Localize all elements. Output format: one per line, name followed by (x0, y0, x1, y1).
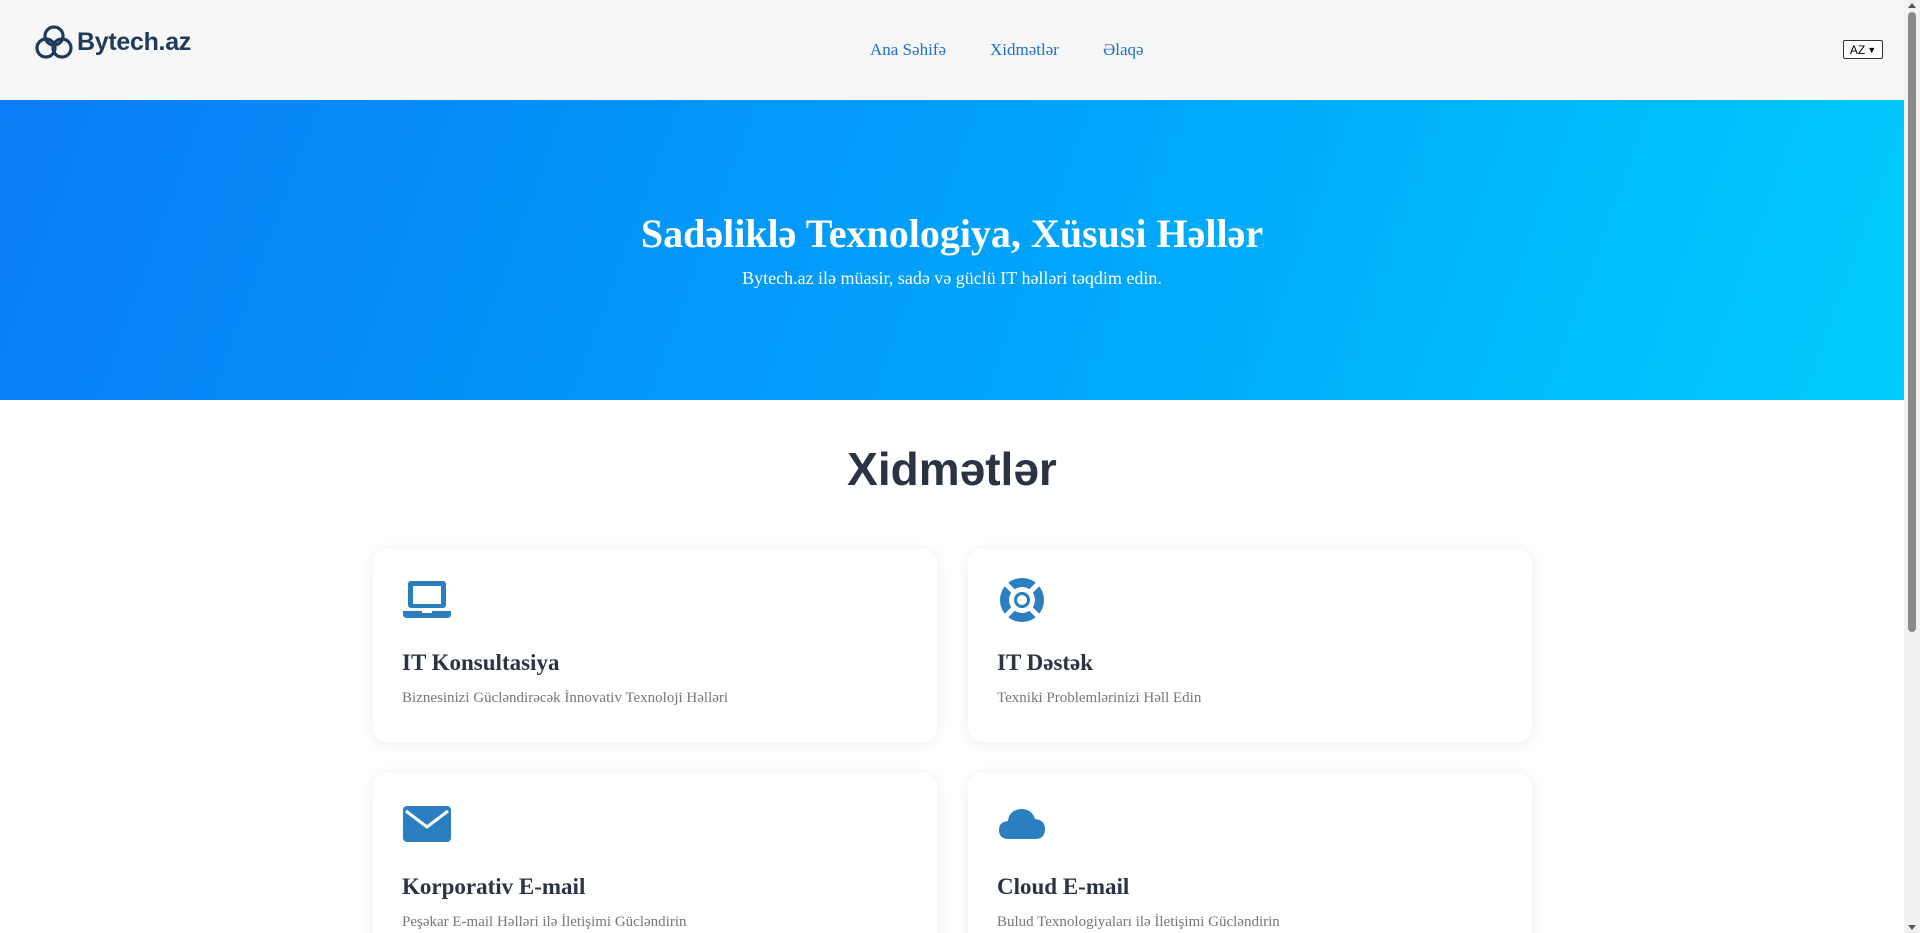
language-select[interactable]: AZ ▼ (1843, 40, 1883, 59)
brand-name: Bytech.az (77, 27, 192, 56)
laptop-icon (403, 581, 451, 618)
cloud-icon (999, 809, 1045, 839)
service-card-title: Korporativ E-mail (402, 874, 586, 899)
site-header: Bytech.az Ana Səhifə Xidmətlər Əlaqə AZ … (0, 0, 1904, 100)
nav-link-services[interactable]: Xidmətlər (990, 40, 1059, 60)
chevron-down-icon: ▼ (1867, 44, 1877, 55)
hero-banner: Sadəliklə Texnologiya, Xüsusi Həllər Byt… (0, 100, 1904, 400)
logo-icon (35, 25, 73, 59)
scroll-down-icon[interactable] (1908, 925, 1916, 930)
services-title: Xidmətlər (847, 443, 1057, 495)
language-select-value: AZ (1849, 42, 1866, 57)
scroll-up-icon[interactable] (1908, 3, 1916, 8)
service-card-it-support[interactable]: IT Dəstək Texniki Problemlərinizi Həll E… (968, 549, 1532, 742)
main-nav: Ana Səhifə Xidmətlər Əlaqə (870, 40, 1144, 60)
service-card-desc: Bulud Texnologiyaları ilə İletişimi Gücl… (997, 914, 1280, 930)
nav-link-home[interactable]: Ana Səhifə (870, 40, 946, 60)
scrollbar-thumb[interactable] (1908, 12, 1916, 632)
vertical-scrollbar[interactable] (1904, 0, 1920, 933)
page: Bytech.az Ana Səhifə Xidmətlər Əlaqə AZ … (0, 0, 1904, 933)
service-card-desc: Peşəkar E-mail Həlləri ilə İletişimi Güc… (402, 914, 687, 930)
brand-logo[interactable]: Bytech.az (35, 24, 191, 60)
service-card-corporate-email[interactable]: Korporativ E-mail Peşəkar E-mail Həlləri… (373, 773, 937, 933)
service-card-it-consulting[interactable]: IT Konsultasiya Biznesinizi Gücləndirəcə… (373, 549, 937, 742)
service-card-cloud-email[interactable]: Cloud E-mail Bulud Texnologiyaları ilə İ… (968, 773, 1532, 933)
hero-title: Sadəliklə Texnologiya, Xüsusi Həllər (640, 211, 1264, 256)
service-card-title: IT Dəstək (997, 650, 1094, 675)
envelope-icon (403, 806, 451, 842)
service-card-title: IT Konsultasiya (402, 650, 560, 675)
hero-subtitle: Bytech.az ilə müasir, sadə və güclü IT h… (742, 268, 1162, 288)
service-card-desc: Texniki Problemlərinizi Həll Edin (997, 690, 1202, 706)
service-card-title: Cloud E-mail (997, 874, 1130, 899)
nav-link-contact[interactable]: Əlaqə (1103, 40, 1144, 60)
lifebuoy-icon (1000, 578, 1044, 622)
service-card-desc: Biznesinizi Gücləndirəcək İnnovativ Texn… (402, 690, 729, 706)
